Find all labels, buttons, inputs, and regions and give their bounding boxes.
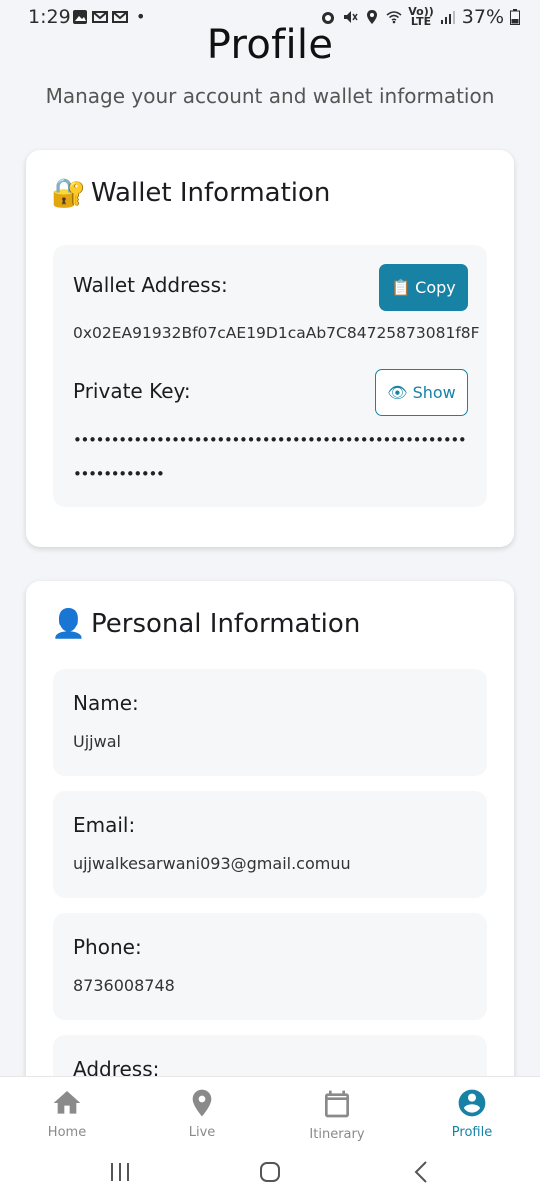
nav-item-live[interactable]: Live xyxy=(152,1087,252,1140)
name-field-panel: Name: Ujjwal xyxy=(53,669,487,776)
wallet-address-value: 0x02EA91932Bf07cAE19D1caAb7C84725873081f… xyxy=(73,324,480,342)
wallet-info-card: 🔐 Wallet Information Wallet Address: 📋 C… xyxy=(26,150,514,547)
wallet-info-heading: 🔐 Wallet Information xyxy=(51,176,330,209)
nav-label-itinerary: Itinerary xyxy=(309,1127,365,1142)
page-subtitle: Manage your account and wallet informati… xyxy=(45,84,495,108)
clipboard-icon: 📋 xyxy=(391,278,412,297)
page-header: Profile Manage your account and wallet i… xyxy=(0,22,540,108)
personal-info-title: Personal Information xyxy=(91,608,361,639)
nav-item-profile[interactable]: Profile xyxy=(422,1087,522,1140)
name-value: Ujjwal xyxy=(73,732,121,751)
account-circle-icon xyxy=(458,1089,486,1117)
copy-address-button[interactable]: 📋 Copy xyxy=(379,264,468,311)
email-label: Email: xyxy=(73,813,136,837)
show-private-key-button[interactable]: 👁 Show xyxy=(375,369,468,416)
email-value: ujjwalkesarwani093@gmail.comuu xyxy=(73,854,351,873)
private-key-masked: ••••••••••••••••••••••••••••••••••••••••… xyxy=(73,431,467,483)
system-navigation-bar xyxy=(0,1148,540,1204)
nav-item-home[interactable]: Home xyxy=(17,1087,117,1140)
phone-value: 8736008748 xyxy=(73,976,175,995)
back-icon[interactable] xyxy=(410,1160,434,1184)
personal-info-card: 👤 Personal Information Name: Ujjwal Emai… xyxy=(26,581,514,1142)
home-icon xyxy=(53,1091,81,1114)
location-pin-icon xyxy=(192,1089,212,1117)
personal-info-heading: 👤 Personal Information xyxy=(51,607,360,640)
name-label: Name: xyxy=(73,691,139,715)
phone-field-panel: Phone: 8736008748 xyxy=(53,913,487,1020)
calendar-icon xyxy=(325,1090,349,1118)
nav-label-profile: Profile xyxy=(451,1125,493,1140)
eye-icon: 👁 xyxy=(387,383,408,402)
nav-label-home: Home xyxy=(47,1125,87,1140)
lock-key-icon: 🔐 xyxy=(51,176,86,209)
person-icon: 👤 xyxy=(51,607,86,640)
private-key-label: Private Key: xyxy=(73,379,191,403)
page-title: Profile xyxy=(206,22,334,68)
wallet-details-panel: Wallet Address: 📋 Copy 0x02EA91932Bf07cA… xyxy=(53,245,487,507)
recent-apps-icon[interactable] xyxy=(108,1160,132,1184)
nav-item-itinerary[interactable]: Itinerary xyxy=(287,1087,387,1142)
nav-label-live: Live xyxy=(188,1125,216,1140)
wallet-info-title: Wallet Information xyxy=(91,177,331,208)
show-button-label: Show xyxy=(412,383,456,402)
email-field-panel: Email: ujjwalkesarwani093@gmail.comuu xyxy=(53,791,487,898)
phone-label: Phone: xyxy=(73,935,142,959)
bottom-navigation: Home Live Itinerary Profile xyxy=(0,1076,540,1149)
home-button-icon[interactable] xyxy=(258,1160,282,1184)
wallet-address-label: Wallet Address: xyxy=(73,273,228,297)
copy-button-label: Copy xyxy=(415,278,456,297)
